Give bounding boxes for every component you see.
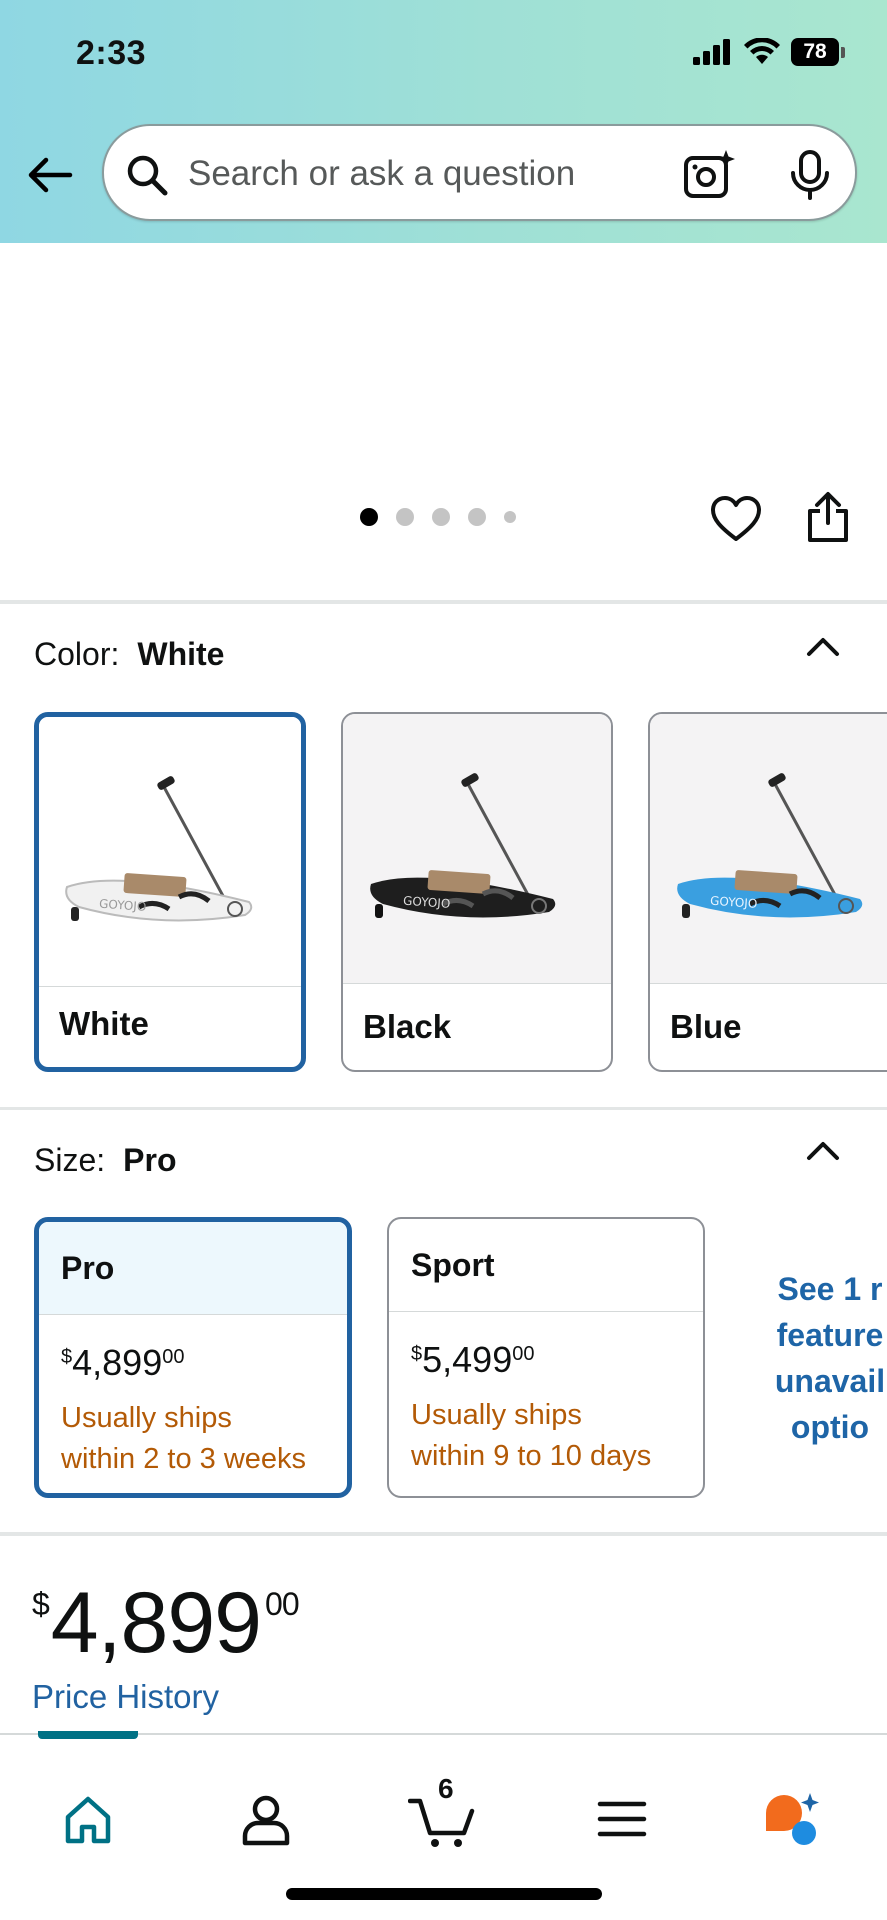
color-selected-value: White bbox=[137, 636, 225, 672]
ai-assistant-icon[interactable] bbox=[762, 1789, 822, 1849]
product-image-gallery[interactable] bbox=[0, 243, 887, 600]
shipping-line: within 2 to 3 weeks bbox=[61, 1443, 307, 1475]
size-option-shipping: Usually ships within 9 to 10 days bbox=[411, 1395, 651, 1477]
size-selected-value: Pro bbox=[123, 1142, 177, 1178]
gallery-pagination bbox=[360, 508, 516, 526]
section-divider bbox=[0, 600, 887, 604]
price-whole: 4,899 bbox=[72, 1342, 163, 1383]
see-more-line: feature bbox=[776, 1317, 884, 1353]
price-symbol: $ bbox=[411, 1343, 423, 1365]
menu-icon[interactable] bbox=[592, 1789, 652, 1849]
jetboard-black-image: GOYOJO bbox=[370, 773, 556, 918]
wifi-icon bbox=[744, 38, 780, 64]
size-label-text: Size: bbox=[34, 1142, 106, 1178]
camera-lens-icon[interactable] bbox=[682, 148, 736, 202]
see-more-line: See 1 r bbox=[777, 1271, 883, 1307]
color-label-text: Color: bbox=[34, 636, 120, 672]
see-more-line: optio bbox=[790, 1409, 870, 1445]
swatch-label: Blue bbox=[670, 1008, 742, 1045]
battery-indicator: 78 bbox=[791, 38, 845, 66]
color-swatch-black[interactable]: GOYOJO Black bbox=[341, 712, 613, 1072]
chevron-up-icon[interactable] bbox=[805, 1138, 841, 1162]
section-divider bbox=[0, 1107, 887, 1110]
size-option-shipping: Usually ships within 2 to 3 weeks bbox=[61, 1398, 306, 1480]
color-swatch-white[interactable]: GOYOJO White bbox=[34, 712, 306, 1072]
battery-level: 78 bbox=[791, 38, 839, 66]
size-option-price: $5,49900 bbox=[411, 1339, 534, 1381]
microphone-icon[interactable] bbox=[788, 150, 832, 200]
price-cents: 00 bbox=[512, 1343, 535, 1365]
swatch-image: GOYOJO bbox=[343, 714, 611, 984]
gallery-dot[interactable] bbox=[432, 508, 450, 526]
search-bar[interactable]: Search or ask a question bbox=[102, 124, 857, 221]
size-label: Size: Pro bbox=[34, 1142, 176, 1179]
nav-active-indicator bbox=[38, 1731, 138, 1739]
gallery-dot[interactable] bbox=[468, 508, 486, 526]
status-icons: 78 bbox=[693, 38, 845, 66]
section-divider bbox=[0, 1532, 887, 1536]
price-history-link[interactable]: Price History bbox=[32, 1678, 219, 1716]
price-symbol: $ bbox=[61, 1346, 73, 1368]
search-icon bbox=[127, 155, 168, 196]
shipping-line: Usually ships bbox=[61, 1402, 232, 1434]
swatch-label: White bbox=[59, 1005, 149, 1042]
home-indicator bbox=[286, 1888, 602, 1900]
search-input[interactable]: Search or ask a question bbox=[188, 154, 575, 194]
heart-icon[interactable] bbox=[710, 495, 762, 543]
share-icon[interactable] bbox=[806, 491, 850, 543]
gallery-dot[interactable] bbox=[504, 511, 516, 523]
see-more-line: unavail bbox=[774, 1363, 886, 1399]
chevron-up-icon[interactable] bbox=[805, 634, 841, 658]
gallery-dot[interactable] bbox=[396, 508, 414, 526]
price-cents: 00 bbox=[265, 1586, 300, 1622]
swatch-label: Black bbox=[363, 1008, 452, 1045]
size-option-pro[interactable]: Pro $4,89900 Usually ships within 2 to 3… bbox=[34, 1217, 352, 1498]
swatch-image: GOYOJO bbox=[650, 714, 887, 984]
battery-cap bbox=[841, 46, 845, 58]
cart-count-badge: 6 bbox=[438, 1773, 454, 1804]
size-option-title: Sport bbox=[389, 1219, 703, 1312]
status-time: 2:33 bbox=[76, 34, 147, 72]
product-price: $4,899 00 bbox=[32, 1574, 300, 1673]
cellular-signal-icon bbox=[693, 39, 730, 65]
shipping-line: Usually ships bbox=[411, 1399, 582, 1431]
swatch-image: GOYOJO bbox=[39, 717, 301, 987]
size-option-sport[interactable]: Sport $5,49900 Usually ships within 9 to… bbox=[387, 1217, 705, 1498]
jetboard-blue-image: GOYOJO bbox=[677, 773, 863, 918]
color-label: Color: White bbox=[34, 636, 224, 673]
color-swatch-blue[interactable]: GOYOJO Blue bbox=[648, 712, 887, 1072]
price-whole: 4,899 bbox=[50, 1575, 262, 1671]
home-icon[interactable] bbox=[58, 1789, 118, 1849]
size-option-price: $4,89900 bbox=[61, 1342, 184, 1384]
gallery-dot[interactable] bbox=[360, 508, 378, 526]
back-arrow-icon[interactable] bbox=[24, 150, 74, 200]
price-whole: 5,499 bbox=[422, 1339, 513, 1380]
header: 2:33 78 Search or ask a question bbox=[0, 0, 887, 243]
see-unavailable-options-link[interactable]: See 1 r feature unavail optio bbox=[760, 1266, 887, 1450]
price-symbol: $ bbox=[32, 1586, 50, 1622]
jetboard-white-image: GOYOJO bbox=[65, 776, 253, 922]
price-cents: 00 bbox=[162, 1346, 185, 1368]
shipping-line: within 9 to 10 days bbox=[411, 1440, 652, 1472]
size-option-title: Pro bbox=[39, 1222, 347, 1315]
account-icon[interactable] bbox=[236, 1789, 296, 1849]
